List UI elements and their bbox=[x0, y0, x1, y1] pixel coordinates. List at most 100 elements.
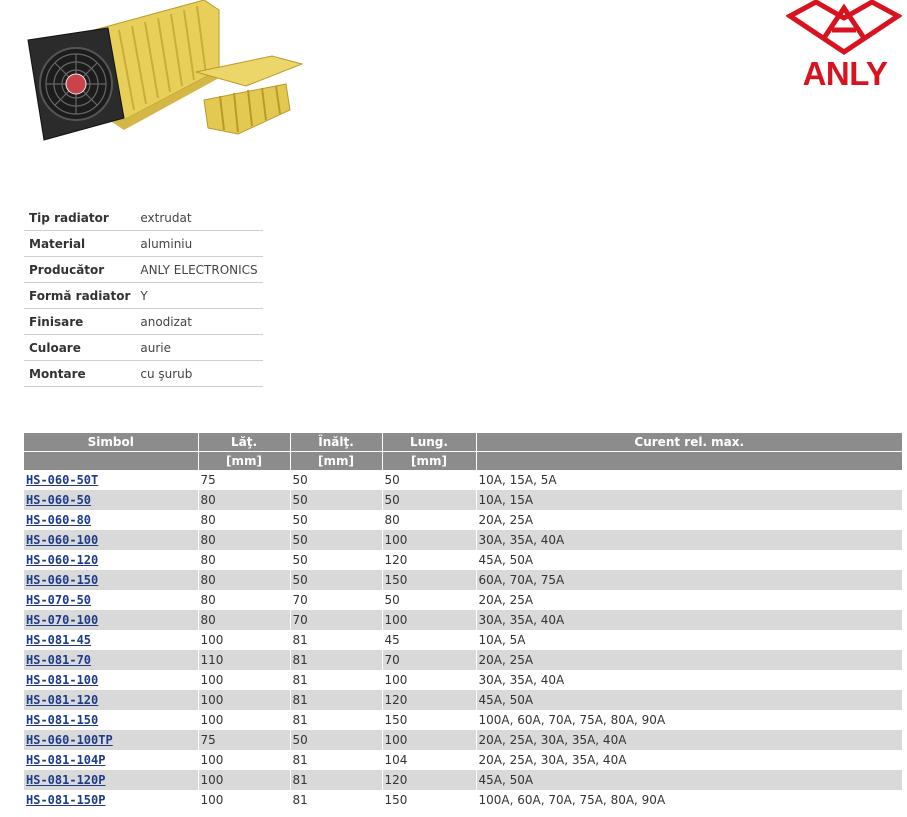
product-link[interactable]: HS-070-50 bbox=[26, 593, 91, 607]
cell-symbol: HS-081-104P bbox=[24, 750, 199, 770]
cell-width: 100 bbox=[198, 670, 291, 690]
cell-width: 80 bbox=[198, 550, 291, 570]
spec-label: Producător bbox=[24, 256, 136, 283]
header-length: Lung. bbox=[382, 433, 477, 452]
table-row: HS-060-50 80 50 50 10A, 15A bbox=[24, 490, 902, 510]
cell-symbol: HS-070-100 bbox=[24, 610, 199, 630]
product-link[interactable]: HS-060-80 bbox=[26, 513, 91, 527]
cell-symbol: HS-081-120 bbox=[24, 690, 199, 710]
product-link[interactable]: HS-060-150 bbox=[26, 573, 98, 587]
cell-current: 10A, 5A bbox=[476, 630, 902, 650]
cell-current: 30A, 35A, 40A bbox=[476, 670, 902, 690]
product-link[interactable]: HS-081-150P bbox=[26, 793, 105, 807]
product-link[interactable]: HS-081-120 bbox=[26, 693, 98, 707]
cell-length: 120 bbox=[382, 770, 477, 790]
spec-row: Finisare anodizat bbox=[24, 308, 263, 335]
header-height: Înălţ. bbox=[290, 433, 383, 452]
table-row: HS-060-100 80 50 100 30A, 35A, 40A bbox=[24, 530, 902, 550]
table-row: HS-081-100 100 81 100 30A, 35A, 40A bbox=[24, 670, 902, 690]
header-symbol: Simbol bbox=[24, 433, 199, 452]
cell-width: 80 bbox=[198, 530, 291, 550]
cell-length: 104 bbox=[382, 750, 477, 770]
cell-width: 80 bbox=[198, 490, 291, 510]
product-link[interactable]: HS-081-70 bbox=[26, 653, 91, 667]
cell-height: 50 bbox=[290, 550, 383, 570]
product-table: Simbol Lăţ. Înălţ. Lung. Curent rel. max… bbox=[24, 433, 902, 810]
product-link[interactable]: HS-060-50T bbox=[26, 473, 98, 487]
cell-current: 45A, 50A bbox=[476, 550, 902, 570]
cell-length: 50 bbox=[382, 490, 477, 510]
product-link[interactable]: HS-081-120P bbox=[26, 773, 105, 787]
table-row: HS-081-45 100 81 45 10A, 5A bbox=[24, 630, 902, 650]
table-row: HS-081-150 100 81 150 100A, 60A, 70A, 75A, 8… bbox=[24, 710, 902, 730]
product-image bbox=[27, 0, 304, 141]
cell-width: 100 bbox=[198, 770, 291, 790]
cell-height: 81 bbox=[290, 650, 383, 670]
spec-row: Material aluminiu bbox=[24, 230, 263, 257]
cell-width: 75 bbox=[198, 730, 291, 750]
cell-length: 100 bbox=[382, 730, 477, 750]
cell-length: 150 bbox=[382, 790, 477, 810]
cell-length: 100 bbox=[382, 610, 477, 630]
cell-current: 30A, 35A, 40A bbox=[476, 530, 902, 550]
product-link[interactable]: HS-060-100 bbox=[26, 533, 98, 547]
unit-height: [mm] bbox=[290, 451, 383, 470]
spec-value: cu şurub bbox=[135, 360, 263, 387]
cell-height: 50 bbox=[290, 510, 383, 530]
table-row: HS-070-100 80 70 100 30A, 35A, 40A bbox=[24, 610, 902, 630]
spec-value: aurie bbox=[135, 334, 263, 361]
spec-row: Producător ANLY ELECTRONICS bbox=[24, 256, 263, 283]
cell-length: 50 bbox=[382, 590, 477, 610]
cell-symbol: HS-060-100 bbox=[24, 530, 199, 550]
table-row: HS-060-150 80 50 150 60A, 70A, 75A bbox=[24, 570, 902, 590]
cell-length: 100 bbox=[382, 670, 477, 690]
table-row: HS-070-50 80 70 50 20A, 25A bbox=[24, 590, 902, 610]
spec-value: ANLY ELECTRONICS bbox=[135, 256, 263, 283]
product-link[interactable]: HS-081-104P bbox=[26, 753, 105, 767]
cell-length: 120 bbox=[382, 550, 477, 570]
table-row: HS-060-120 80 50 120 45A, 50A bbox=[24, 550, 902, 570]
cell-symbol: HS-081-120P bbox=[24, 770, 199, 790]
cell-height: 81 bbox=[290, 630, 383, 650]
product-link[interactable]: HS-060-120 bbox=[26, 553, 98, 567]
product-link[interactable]: HS-081-150 bbox=[26, 713, 98, 727]
cell-current: 60A, 70A, 75A bbox=[476, 570, 902, 590]
product-link[interactable]: HS-060-100TP bbox=[26, 733, 113, 747]
product-link[interactable]: HS-081-100 bbox=[26, 673, 98, 687]
cell-current: 100A, 60A, 70A, 75A, 80A, 90A bbox=[476, 790, 902, 810]
spec-label: Finisare bbox=[24, 308, 136, 335]
cell-width: 80 bbox=[198, 590, 291, 610]
cell-height: 50 bbox=[290, 490, 383, 510]
spec-label: Culoare bbox=[24, 334, 136, 361]
cell-current: 20A, 25A bbox=[476, 510, 902, 530]
cell-symbol: HS-081-150 bbox=[24, 710, 199, 730]
cell-length: 100 bbox=[382, 530, 477, 550]
cell-symbol: HS-081-100 bbox=[24, 670, 199, 690]
cell-symbol: HS-060-100TP bbox=[24, 730, 199, 750]
cell-symbol: HS-070-50 bbox=[24, 590, 199, 610]
unit-width: [mm] bbox=[198, 451, 291, 470]
cell-width: 100 bbox=[198, 790, 291, 810]
cell-symbol: HS-060-80 bbox=[24, 510, 199, 530]
header-current: Curent rel. max. bbox=[476, 433, 902, 452]
cell-width: 100 bbox=[198, 690, 291, 710]
brand-name: ANLY bbox=[802, 55, 888, 92]
unit-current bbox=[476, 451, 902, 470]
cell-height: 50 bbox=[290, 530, 383, 550]
cell-height: 50 bbox=[290, 470, 383, 490]
cell-symbol: HS-060-50T bbox=[24, 470, 199, 490]
cell-height: 81 bbox=[290, 750, 383, 770]
cell-current: 10A, 15A bbox=[476, 490, 902, 510]
cell-current: 100A, 60A, 70A, 75A, 80A, 90A bbox=[476, 710, 902, 730]
cell-height: 81 bbox=[290, 710, 383, 730]
product-link[interactable]: HS-070-100 bbox=[26, 613, 98, 627]
cell-width: 100 bbox=[198, 750, 291, 770]
unit-symbol bbox=[24, 451, 199, 470]
spec-label: Material bbox=[24, 230, 136, 257]
cell-symbol: HS-081-150P bbox=[24, 790, 199, 810]
spec-value: aluminiu bbox=[135, 230, 263, 257]
cell-width: 80 bbox=[198, 610, 291, 630]
product-link[interactable]: HS-060-50 bbox=[26, 493, 91, 507]
table-row: HS-081-120 100 81 120 45A, 50A bbox=[24, 690, 902, 710]
product-link[interactable]: HS-081-45 bbox=[26, 633, 91, 647]
